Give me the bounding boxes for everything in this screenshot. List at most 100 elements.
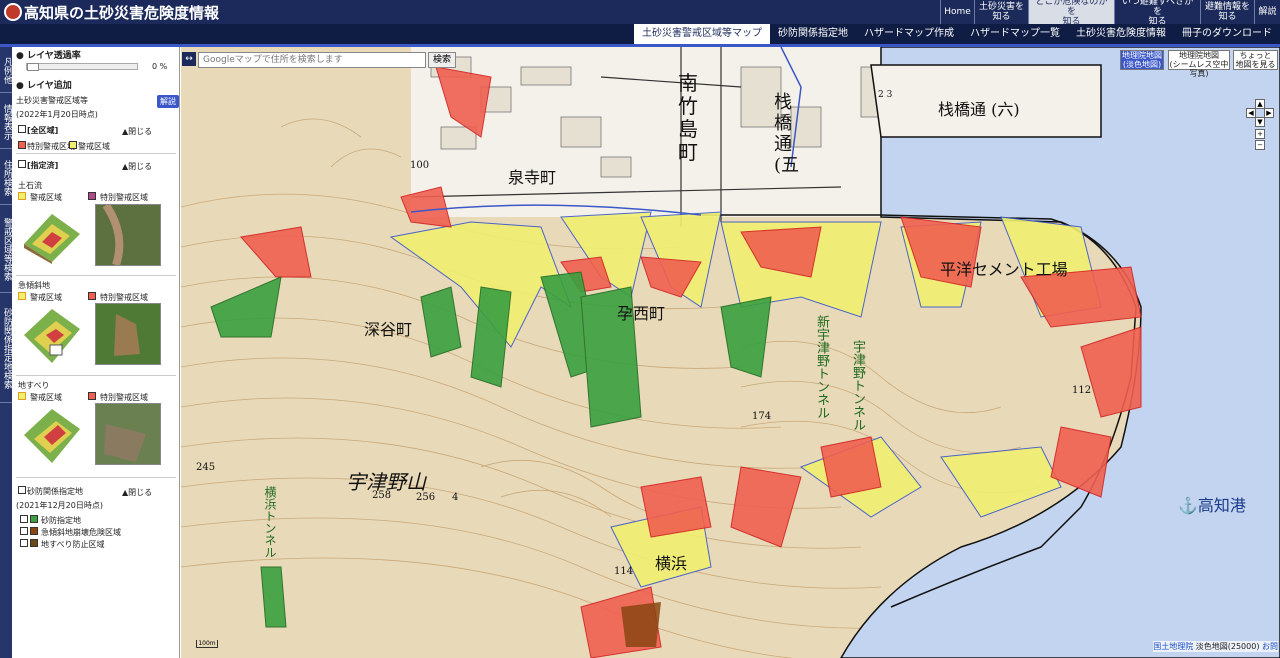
landslide-zone-label: 地すべり防止区域 (41, 540, 105, 549)
nav-evac-info[interactable]: 避難情報を 知る (1200, 0, 1254, 24)
opacity-title: ● レイヤ透過率 (16, 51, 81, 61)
landslide-special-label: 特別警戒区域 (100, 393, 148, 402)
special-label: 特別警戒区域 (27, 142, 75, 151)
divider (16, 477, 176, 478)
slope-illustration (24, 309, 80, 363)
sub-nav: 土砂災害警戒区域等マップ 砂防関係指定地 ハザードマップ作成 ハザードマップ一覧… (0, 24, 1280, 44)
zoom-out-icon[interactable]: − (1255, 140, 1265, 150)
debris-special-swatch (88, 192, 96, 200)
elev-100: 100 (410, 160, 430, 171)
subnav-risk-info[interactable]: 土砂災害危険度情報 (1068, 24, 1174, 44)
nav-danger-where[interactable]: どこが危険なのかを 知る (1028, 0, 1114, 27)
landslide-illustration (24, 409, 80, 463)
slider-knob[interactable] (27, 63, 39, 71)
map-search-input[interactable]: Googleマップで住所を検索します (198, 52, 426, 68)
label-minamitakeshima: 南 竹 島 町 (678, 71, 698, 164)
divider (16, 153, 176, 154)
landslide-zone-checkbox[interactable] (20, 539, 28, 547)
sabo-checkbox[interactable] (18, 486, 26, 494)
subnav-sabo[interactable]: 砂防関係指定地 (770, 24, 856, 44)
basemap-button[interactable]: 地理院地図 (淡色地図) (1120, 50, 1164, 70)
subnav-hazard-list[interactable]: ハザードマップ一覧 (962, 24, 1068, 44)
landslide-special-swatch (88, 392, 96, 400)
logo-icon (4, 3, 22, 21)
vtab-info[interactable]: 情報表示 (0, 93, 12, 149)
nav-explain[interactable]: 解説 (1254, 0, 1280, 24)
aerial-photo-button[interactable]: 地理院地図 (シームレス空中写真) (1168, 50, 1230, 78)
label-izumiji: 泉寺町 (508, 168, 557, 187)
slope-special-label: 特別警戒区域 (100, 293, 148, 302)
debris-special-label: 特別警戒区域 (100, 193, 148, 202)
all-zone-label: [全区域] (27, 126, 59, 135)
opacity-slider[interactable] (26, 63, 138, 71)
sabo-item-checkbox[interactable] (20, 515, 28, 523)
designated-label: [指定済] (27, 161, 59, 170)
sabo-swatch (30, 515, 38, 523)
top-nav: Home 土砂災害を 知る どこが危険なのかを 知る いつ避難すべきかを 知る … (940, 0, 1280, 27)
designated-checkbox[interactable] (18, 160, 26, 168)
map-canvas[interactable] (181, 47, 1280, 658)
nav-home[interactable]: Home (940, 0, 974, 24)
subnav-download[interactable]: 冊子のダウンロード (1174, 24, 1280, 44)
slope-photo (95, 303, 161, 365)
credit-gsi-link[interactable]: 国土地理院 (1153, 642, 1193, 651)
slope-warn-label: 警戒区域 (30, 293, 62, 302)
anchor-icon: ⚓ (1178, 496, 1198, 515)
sabo-date: (2021年12月20日時点) (16, 501, 103, 510)
label-cement-factory: 平洋セメント工場 (940, 260, 1068, 279)
subnav-hazard-create[interactable]: ハザードマップ作成 (856, 24, 962, 44)
slope-special-swatch (88, 292, 96, 300)
debris-illustration (24, 214, 80, 264)
slope-warn-swatch (18, 292, 26, 300)
elev-258: 258 (372, 490, 392, 501)
elev-112: 112 (1072, 385, 1092, 396)
special-swatch (18, 141, 26, 149)
explain-button[interactable]: 解説 (157, 95, 179, 108)
sabo-title: 砂防関係指定地 (27, 487, 83, 496)
warning-label: 警戒区域 (78, 142, 110, 151)
vtab-legend[interactable]: 凡例他 (0, 47, 12, 93)
zoom-in-icon[interactable]: + (1255, 129, 1265, 139)
credit-contact-link[interactable]: お問 (1262, 642, 1278, 651)
panel-toggle-button[interactable]: ↔ (182, 52, 196, 66)
landslide-warn-swatch (18, 392, 26, 400)
designated-close[interactable]: ▲閉じる (122, 161, 152, 172)
elev-23: 2 3 (878, 90, 893, 100)
label-kochi-port: ⚓高知港 (1178, 496, 1246, 515)
all-zone-close[interactable]: ▲閉じる (122, 126, 152, 137)
slope-title: 急傾斜地 (18, 281, 50, 290)
debris-photo (95, 202, 161, 267)
zone-date: (2022年1月20日時点) (16, 110, 98, 119)
slope-zone-checkbox[interactable] (20, 527, 28, 535)
map-search-button[interactable]: 検索 (428, 52, 456, 68)
label-sanbashi-5: 栈 橋 通 (五 (774, 92, 800, 176)
label-yuzhi: 孕西町 (617, 304, 666, 323)
landslide-title: 地すべり (18, 381, 50, 390)
warning-swatch (69, 141, 77, 149)
vtab-address[interactable]: 住所検索 (0, 149, 12, 205)
elev-114: 114 (614, 566, 634, 577)
pan-down-icon[interactable]: ▼ (1255, 117, 1265, 127)
landslide-zone-swatch (30, 539, 38, 547)
vtab-sabo-search[interactable]: 砂防関係指定地検索 (0, 293, 12, 403)
subnav-zone-map[interactable]: 土砂災害警戒区域等マップ (634, 24, 770, 44)
slope-collapse-zone (621, 602, 661, 647)
divider (16, 275, 176, 276)
sabo-item-label: 砂防指定地 (41, 516, 81, 525)
label-yokohama: 横浜 (655, 554, 688, 573)
sabo-close[interactable]: ▲閉じる (122, 487, 152, 498)
add-layer-title: ● レイヤ追加 (16, 81, 72, 91)
vtab-zone-search[interactable]: 警戒区域等検索 (0, 205, 12, 293)
debris-warn-label: 警戒区域 (30, 193, 62, 202)
debris-title: 土石流 (18, 181, 42, 190)
area-view-button[interactable]: ちょっと 地図を見る (1233, 50, 1278, 70)
slope-zone-swatch (30, 527, 38, 535)
label-sanbashi-6: 栈橋通 (六) (938, 100, 1020, 119)
debris-warn-swatch (18, 192, 26, 200)
nav-when-evacuate[interactable]: いつ避難すべきかを 知る (1114, 0, 1200, 27)
nav-learn-disaster[interactable]: 土砂災害を 知る (974, 0, 1028, 24)
app-header: 高知県の土砂災害危険度情報 Home 土砂災害を 知る どこが危険なのかを 知る… (0, 0, 1280, 27)
label-yokohama-tunnel: 横浜トンネル (263, 486, 277, 558)
pan-right-icon[interactable]: ▶ (1264, 108, 1274, 118)
all-zone-checkbox[interactable] (18, 125, 26, 133)
